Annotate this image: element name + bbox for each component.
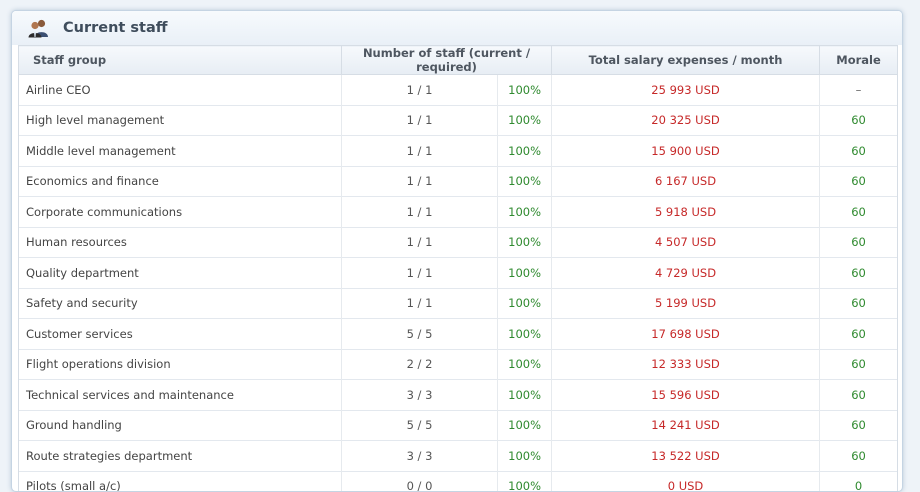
morale-value: 60 bbox=[819, 257, 899, 288]
morale-value: 60 bbox=[819, 318, 899, 349]
staff-count: 1 / 1 bbox=[341, 196, 498, 227]
morale-value: 60 bbox=[819, 196, 899, 227]
salary-expense: 0 USD bbox=[551, 470, 820, 491]
staff-fill-percent: 100% bbox=[496, 287, 552, 319]
table-row: Technical services and maintenance 3 / 31… bbox=[18, 379, 899, 410]
morale-value: 60 bbox=[819, 104, 899, 136]
table-row: Ground handling 5 / 5 100% 14 241 USD 60 bbox=[18, 409, 899, 441]
morale-value: 60 bbox=[819, 409, 899, 441]
salary-expense: 13 522 USD bbox=[551, 440, 820, 471]
staff-count: 5 / 5 bbox=[341, 409, 498, 441]
staff-group-name: Corporate communications bbox=[18, 196, 342, 227]
table-row: Flight operations division 2 / 2 100% 12 33… bbox=[18, 348, 899, 380]
salary-expense: 15 900 USD bbox=[551, 135, 820, 166]
salary-expense: 15 596 USD bbox=[551, 379, 820, 410]
staff-count: 3 / 3 bbox=[341, 440, 498, 471]
table-row: Safety and security 1 / 1 100% 5 199 USD 60 bbox=[18, 287, 899, 319]
salary-expense: 5 199 USD bbox=[551, 287, 820, 319]
staff-group-name: Route strategies department bbox=[18, 440, 342, 471]
morale-value: 60 bbox=[819, 379, 899, 410]
staff-fill-percent: 100% bbox=[496, 379, 552, 410]
staff-count: 5 / 5 bbox=[341, 318, 498, 349]
salary-expense: 6 167 USD bbox=[551, 165, 820, 197]
salary-expense: 4 507 USD bbox=[551, 226, 820, 258]
salary-expense: 14 241 USD bbox=[551, 409, 820, 441]
morale-value: – bbox=[819, 74, 899, 105]
morale-value: 0 bbox=[819, 470, 899, 491]
table-row: Quality department 1 / 1 100% 4 729 USD 60 bbox=[18, 257, 899, 288]
staff-group-name: Middle level management bbox=[18, 135, 342, 166]
staff-count: 2 / 2 bbox=[341, 348, 498, 380]
header-morale[interactable]: Morale bbox=[819, 45, 899, 75]
staff-group-name: Pilots (small a/c) bbox=[18, 470, 342, 491]
staff-fill-percent: 100% bbox=[496, 226, 552, 258]
morale-value: 60 bbox=[819, 135, 899, 166]
staff-group-name: Safety and security bbox=[18, 287, 342, 319]
morale-value: 60 bbox=[819, 287, 899, 319]
panel-header: Current staff bbox=[12, 11, 902, 45]
staff-fill-percent: 100% bbox=[496, 348, 552, 380]
table-row: Economics and finance 1 / 1 100% 6 167 USD 6… bbox=[18, 165, 899, 197]
staff-count: 3 / 3 bbox=[341, 379, 498, 410]
salary-expense: 20 325 USD bbox=[551, 104, 820, 136]
table-row: Middle level management 1 / 1 100% 15 900 U… bbox=[18, 135, 899, 166]
table-row: Airline CEO 1 / 1 100% 25 993 USD – bbox=[18, 74, 899, 105]
current-staff-panel: Current staff Staff group Number of staf… bbox=[11, 10, 903, 492]
staff-group-name: Ground handling bbox=[18, 409, 342, 441]
header-staff-group[interactable]: Staff group bbox=[18, 45, 342, 75]
staff-group-name: Economics and finance bbox=[18, 165, 342, 197]
staff-count: 1 / 1 bbox=[341, 135, 498, 166]
staff-fill-percent: 100% bbox=[496, 135, 552, 166]
salary-expense: 12 333 USD bbox=[551, 348, 820, 380]
morale-value: 60 bbox=[819, 348, 899, 380]
staff-group-name: Customer services bbox=[18, 318, 342, 349]
table-row: Human resources 1 / 1 100% 4 507 USD 60 bbox=[18, 226, 899, 258]
salary-expense: 5 918 USD bbox=[551, 196, 820, 227]
table-row: Corporate communications 1 / 1 100% 5 918 U… bbox=[18, 196, 899, 227]
staff-group-name: Quality department bbox=[18, 257, 342, 288]
staff-count: 1 / 1 bbox=[341, 287, 498, 319]
salary-expense: 25 993 USD bbox=[551, 74, 820, 105]
staff-fill-percent: 100% bbox=[496, 409, 552, 441]
morale-value: 60 bbox=[819, 440, 899, 471]
staff-fill-percent: 100% bbox=[496, 318, 552, 349]
staff-fill-percent: 100% bbox=[496, 104, 552, 136]
header-salary[interactable]: Total salary expenses / month bbox=[551, 45, 821, 75]
table-row: Route strategies department 3 / 3 100% 13 5… bbox=[18, 440, 899, 471]
staff-fill-percent: 100% bbox=[496, 257, 552, 288]
staff-count: 1 / 1 bbox=[341, 74, 498, 105]
staff-fill-percent: 100% bbox=[496, 470, 552, 491]
staff-table: Staff group Number of staff (current / r… bbox=[18, 45, 899, 491]
staff-fill-percent: 100% bbox=[496, 74, 552, 105]
staff-group-name: Technical services and maintenance bbox=[18, 379, 342, 410]
staff-fill-percent: 100% bbox=[496, 165, 552, 197]
salary-expense: 4 729 USD bbox=[551, 257, 820, 288]
header-number-of-staff[interactable]: Number of staff (current / required) bbox=[340, 45, 553, 75]
staff-count: 1 / 1 bbox=[341, 165, 498, 197]
staff-group-name: Human resources bbox=[18, 226, 342, 258]
morale-value: 60 bbox=[819, 226, 899, 258]
staff-group-name: High level management bbox=[18, 104, 342, 136]
staff-group-icon bbox=[28, 19, 48, 38]
table-row: Customer services 5 / 5 100% 17 698 USD 60 bbox=[18, 318, 899, 349]
table-row: High level management 1 / 1 100% 20 325 USD… bbox=[18, 104, 899, 136]
table-row: Pilots (small a/c) 0 / 0 100% 0 USD 0 bbox=[18, 470, 899, 491]
panel-title: Current staff bbox=[63, 20, 168, 36]
staff-count: 0 / 0 bbox=[341, 470, 498, 491]
morale-value: 60 bbox=[819, 165, 899, 197]
staff-fill-percent: 100% bbox=[496, 440, 552, 471]
table-header-row: Staff group Number of staff (current / r… bbox=[18, 45, 899, 75]
salary-expense: 17 698 USD bbox=[551, 318, 820, 349]
staff-group-name: Flight operations division bbox=[18, 348, 342, 380]
staff-group-name: Airline CEO bbox=[18, 74, 342, 105]
staff-fill-percent: 100% bbox=[496, 196, 552, 227]
staff-count: 1 / 1 bbox=[341, 257, 498, 288]
staff-count: 1 / 1 bbox=[341, 104, 498, 136]
staff-count: 1 / 1 bbox=[341, 226, 498, 258]
